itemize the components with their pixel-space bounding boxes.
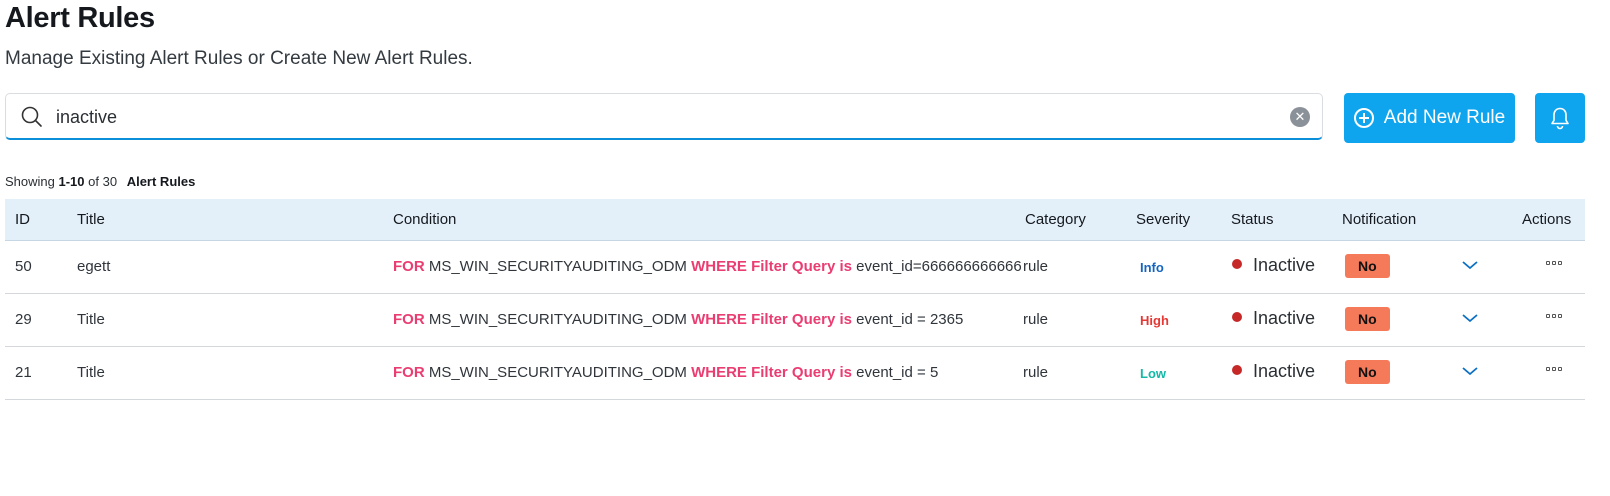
severity-badge: Info (1140, 260, 1164, 275)
row-title: egett (77, 258, 111, 275)
row-condition: FOR MS_WIN_SECURITYAUDITING_ODM WHERE Fi… (393, 364, 938, 381)
condition-for-keyword: FOR (393, 364, 425, 381)
condition-for-keyword: FOR (393, 311, 425, 328)
col-status[interactable]: Status (1231, 211, 1274, 228)
col-notification[interactable]: Notification (1342, 211, 1416, 228)
more-dots-icon[interactable] (1546, 367, 1562, 371)
plus-circle-icon (1353, 108, 1374, 128)
search-input[interactable] (54, 102, 1278, 132)
search-bar[interactable]: ✕ (5, 93, 1323, 140)
notification-badge[interactable]: No (1345, 360, 1390, 384)
col-actions: Actions (1522, 211, 1572, 228)
row-title: Title (77, 311, 105, 328)
clear-icon[interactable]: ✕ (1290, 107, 1310, 127)
row-id: 29 (15, 311, 32, 328)
status-dot-icon (1232, 365, 1242, 375)
row-condition: FOR MS_WIN_SECURITYAUDITING_ODM WHERE Fi… (393, 311, 963, 328)
row-title: Title (77, 364, 105, 381)
summary-entity: Alert Rules (126, 174, 196, 189)
status-dot-icon (1232, 312, 1242, 322)
notification-badge[interactable]: No (1345, 307, 1390, 331)
notification-badge[interactable]: No (1345, 254, 1390, 278)
search-icon (21, 106, 42, 127)
summary-prefix: Showing (5, 174, 55, 189)
page-title: Alert Rules (5, 2, 155, 34)
chevron-down-icon[interactable] (1461, 364, 1479, 381)
notifications-button[interactable] (1535, 93, 1585, 143)
condition-where-keyword: WHERE Filter Query is (691, 364, 852, 381)
condition-source: MS_WIN_SECURITYAUDITING_ODM (428, 258, 687, 275)
condition-query: event_id = 2365 (856, 311, 964, 328)
condition-where-keyword: WHERE Filter Query is (691, 258, 852, 275)
page-subtitle: Manage Existing Alert Rules or Create Ne… (5, 48, 473, 69)
more-dots-icon[interactable] (1546, 261, 1562, 265)
condition-where-keyword: WHERE Filter Query is (691, 311, 852, 328)
row-id: 50 (15, 258, 32, 275)
row-condition: FOR MS_WIN_SECURITYAUDITING_ODM WHERE Fi… (393, 258, 1022, 275)
col-id[interactable]: ID (15, 211, 30, 228)
status-text: Inactive (1253, 361, 1316, 381)
status-text: Inactive (1253, 255, 1316, 275)
status-text: Inactive (1253, 308, 1316, 328)
row-category: rule (1023, 364, 1049, 381)
row-category: rule (1023, 258, 1049, 275)
chevron-down-icon[interactable] (1461, 311, 1479, 328)
chevron-down-icon[interactable] (1461, 258, 1479, 275)
col-condition[interactable]: Condition (393, 211, 456, 228)
results-summary: Showing 1-10 of 30 Alert Rules (5, 174, 195, 189)
condition-source: MS_WIN_SECURITYAUDITING_ODM (428, 311, 687, 328)
col-severity[interactable]: Severity (1136, 211, 1190, 228)
status-indicator: Inactive (1232, 308, 1315, 329)
summary-range: 1-10 (58, 174, 85, 189)
condition-for-keyword: FOR (393, 258, 425, 275)
status-indicator: Inactive (1232, 361, 1315, 382)
table-row[interactable]: 50 egett FOR MS_WIN_SECURITYAUDITING_ODM… (5, 241, 1585, 294)
col-title[interactable]: Title (77, 211, 105, 228)
severity-badge: Low (1140, 366, 1166, 381)
alert-rules-table: ID Title Condition Category Severity Sta… (5, 199, 1585, 400)
add-new-rule-button[interactable]: Add New Rule (1344, 93, 1515, 143)
condition-query: event_id=666666666666 (856, 258, 1022, 275)
status-indicator: Inactive (1232, 255, 1315, 276)
status-dot-icon (1232, 259, 1242, 269)
table-header: ID Title Condition Category Severity Sta… (5, 199, 1585, 241)
row-category: rule (1023, 311, 1049, 328)
summary-total: of 30 (88, 174, 118, 189)
bell-icon (1551, 107, 1569, 130)
table-row[interactable]: 29 Title FOR MS_WIN_SECURITYAUDITING_ODM… (5, 294, 1585, 347)
row-id: 21 (15, 364, 32, 381)
add-new-rule-label: Add New Rule (1383, 107, 1506, 128)
severity-badge: High (1140, 313, 1169, 328)
table-row[interactable]: 21 Title FOR MS_WIN_SECURITYAUDITING_ODM… (5, 347, 1585, 400)
condition-query: event_id = 5 (856, 364, 939, 381)
condition-source: MS_WIN_SECURITYAUDITING_ODM (428, 364, 687, 381)
more-dots-icon[interactable] (1546, 314, 1562, 318)
col-category[interactable]: Category (1025, 211, 1086, 228)
